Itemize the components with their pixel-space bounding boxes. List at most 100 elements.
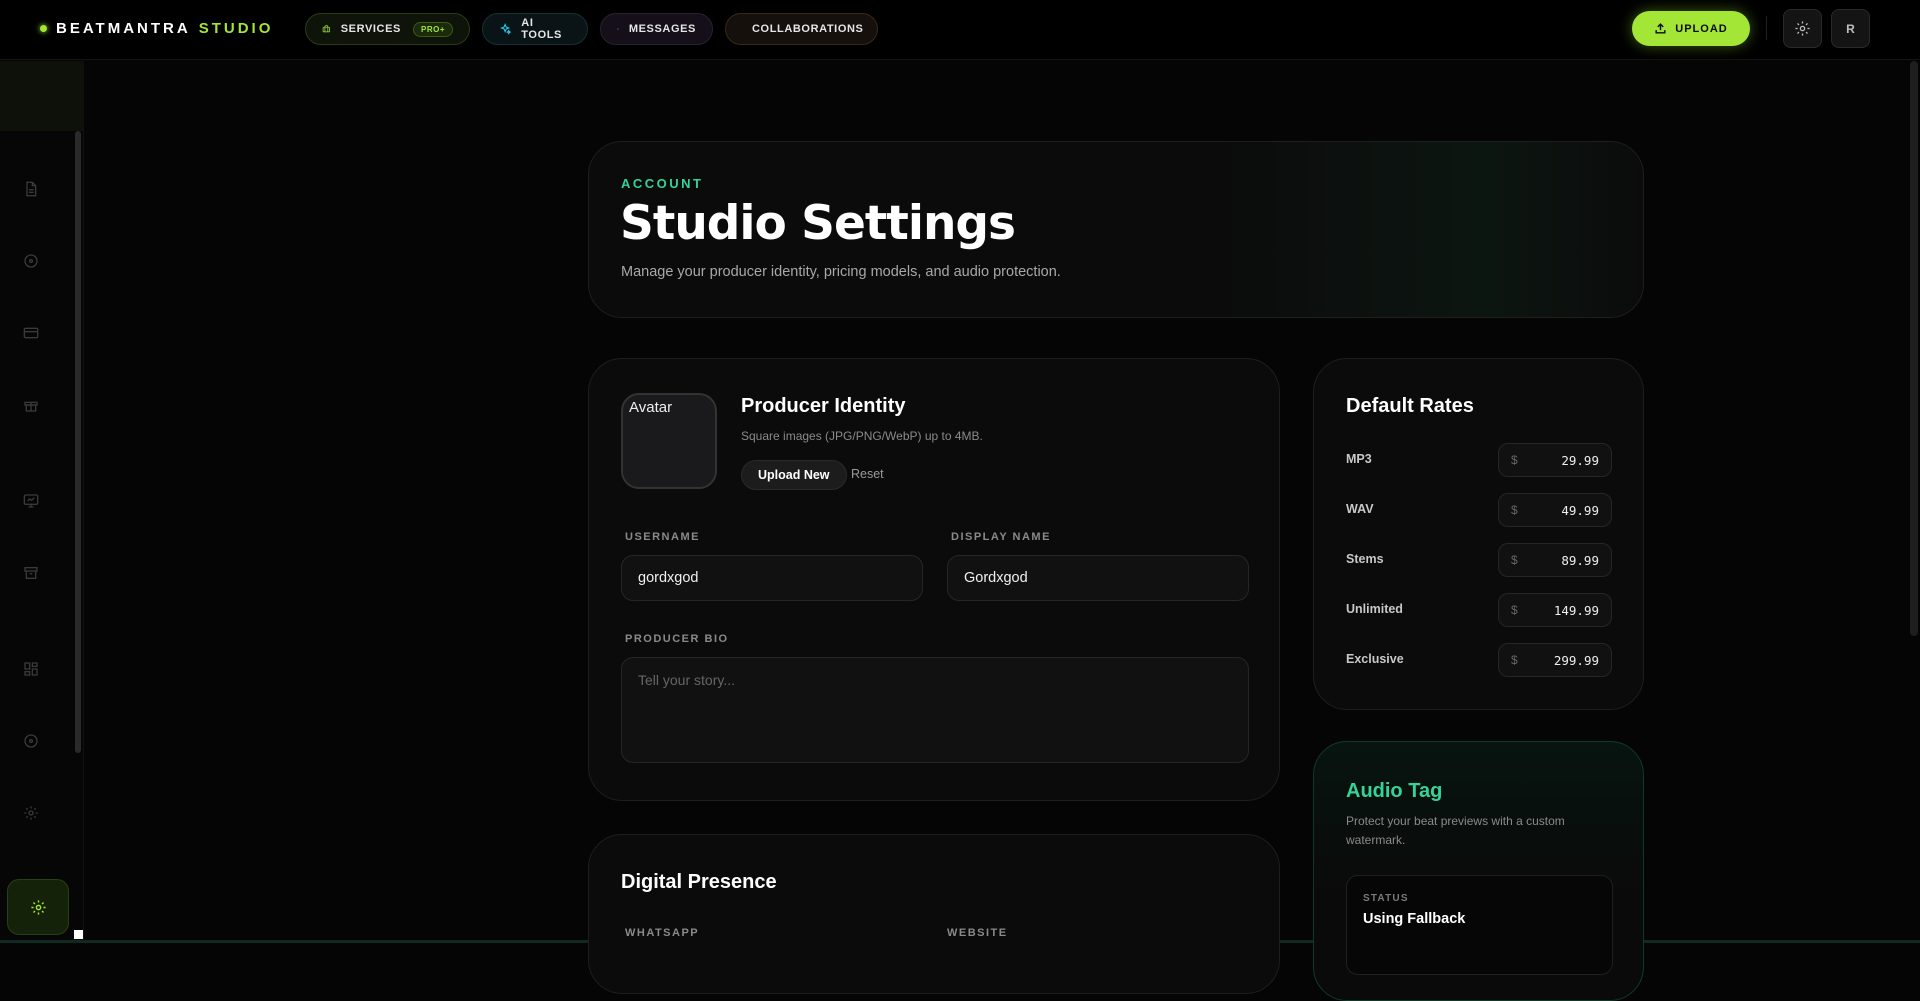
avatar-image[interactable]: Avatar bbox=[621, 393, 717, 489]
brand-dot-icon bbox=[40, 25, 47, 32]
nav-ai-tools-label: AI TOOLS bbox=[521, 17, 562, 41]
whatsapp-label: WHATSAPP bbox=[625, 927, 700, 939]
rate-row-wav: WAV $ 49.99 bbox=[1346, 493, 1612, 527]
rate-input[interactable]: $ 49.99 bbox=[1498, 493, 1612, 527]
rate-input[interactable]: $ 89.99 bbox=[1498, 543, 1612, 577]
brand-logo[interactable]: BEATMANTRA STUDIO bbox=[40, 20, 273, 37]
audio-tag-title: Audio Tag bbox=[1346, 780, 1443, 802]
rate-input[interactable]: $ 299.99 bbox=[1498, 643, 1612, 677]
sidebar-item-documents[interactable] bbox=[21, 179, 41, 199]
resize-handle bbox=[74, 930, 83, 939]
sidebar-item-library[interactable] bbox=[21, 731, 41, 751]
digital-presence-card: Digital Presence WHATSAPP WEBSITE bbox=[588, 834, 1280, 994]
audio-tag-card: Audio Tag Protect your beat previews wit… bbox=[1313, 741, 1644, 1001]
grid-icon bbox=[24, 662, 38, 676]
rate-name: Unlimited bbox=[1346, 602, 1403, 616]
page-subtitle: Manage your producer identity, pricing m… bbox=[621, 264, 1061, 280]
topbar-divider bbox=[1766, 16, 1767, 40]
sidebar-item-gifts[interactable] bbox=[21, 395, 41, 415]
website-label: WEBSITE bbox=[947, 927, 1008, 939]
page-scrollbar[interactable] bbox=[1910, 61, 1918, 636]
archive-icon bbox=[24, 567, 38, 579]
rate-row-exclusive: Exclusive $ 299.99 bbox=[1346, 643, 1612, 677]
display-name-input[interactable]: Gordxgod bbox=[947, 555, 1249, 601]
nav-collaborations-label: COLLABORATIONS bbox=[752, 23, 864, 35]
rate-row-stems: Stems $ 89.99 bbox=[1346, 543, 1612, 577]
nav-services-button[interactable]: SERVICES PRO+ bbox=[305, 13, 470, 45]
nav-collaborations-button[interactable]: COLLABORATIONS bbox=[725, 13, 878, 45]
rate-value: 299.99 bbox=[1553, 653, 1599, 668]
rates-title: Default Rates bbox=[1346, 395, 1474, 417]
sidebar-header bbox=[0, 61, 84, 131]
currency-symbol: $ bbox=[1511, 453, 1518, 467]
monitor-chart-icon bbox=[23, 494, 39, 508]
upload-new-button[interactable]: Upload New bbox=[741, 460, 847, 490]
inbox-icon bbox=[617, 28, 619, 30]
rate-value: 149.99 bbox=[1553, 603, 1599, 618]
file-icon bbox=[26, 181, 37, 197]
audio-tag-subtitle: Protect your beat previews with a custom… bbox=[1346, 814, 1565, 847]
status-label: STATUS bbox=[1363, 893, 1409, 904]
page-title: Studio Settings bbox=[620, 196, 1016, 251]
rate-name: Exclusive bbox=[1346, 652, 1404, 666]
brand-suffix: STUDIO bbox=[198, 20, 274, 37]
currency-symbol: $ bbox=[1511, 653, 1518, 667]
disc-icon bbox=[24, 254, 38, 268]
section-eyebrow: ACCOUNT bbox=[621, 176, 704, 191]
gear-icon bbox=[30, 899, 46, 915]
sidebar-item-preferences[interactable] bbox=[21, 803, 41, 823]
top-bar: BEATMANTRA STUDIO SERVICES PRO+ AI TOOLS… bbox=[0, 0, 1920, 60]
identity-hint: Square images (JPG/PNG/WebP) up to 4MB. bbox=[741, 429, 983, 443]
upload-icon bbox=[1655, 23, 1666, 34]
gear-icon bbox=[24, 806, 38, 820]
default-rates-card: Default Rates MP3 $ 29.99 WAV $ 49.99 St… bbox=[1313, 358, 1644, 710]
page-header-card: ACCOUNT Studio Settings Manage your prod… bbox=[588, 141, 1644, 318]
user-avatar-button[interactable]: R bbox=[1831, 9, 1870, 48]
username-label: USERNAME bbox=[625, 531, 700, 543]
rate-input[interactable]: $ 29.99 bbox=[1498, 443, 1612, 477]
upload-label: UPLOAD bbox=[1675, 22, 1728, 35]
rate-name: Stems bbox=[1346, 552, 1384, 566]
audio-tag-status-box: STATUS Using Fallback bbox=[1346, 875, 1613, 975]
nav-messages-label: MESSAGES bbox=[628, 23, 696, 35]
rate-name: MP3 bbox=[1346, 452, 1372, 466]
presence-title: Digital Presence bbox=[621, 871, 777, 893]
sidebar-item-billing[interactable] bbox=[21, 323, 41, 343]
currency-symbol: $ bbox=[1511, 503, 1518, 517]
currency-symbol: $ bbox=[1511, 553, 1518, 567]
bio-label: PRODUCER BIO bbox=[625, 633, 729, 645]
rate-value: 29.99 bbox=[1561, 453, 1599, 468]
nav-ai-tools-button[interactable]: AI TOOLS bbox=[482, 13, 588, 45]
sidebar-item-analytics[interactable] bbox=[21, 491, 41, 511]
currency-symbol: $ bbox=[1511, 603, 1518, 617]
rate-name: WAV bbox=[1346, 502, 1374, 516]
rate-input[interactable]: $ 149.99 bbox=[1498, 593, 1612, 627]
upload-button[interactable]: UPLOAD bbox=[1632, 11, 1750, 46]
bio-textarea[interactable]: Tell your story... bbox=[621, 657, 1249, 763]
disc-icon bbox=[24, 734, 38, 748]
sidebar-item-dashboard[interactable] bbox=[21, 659, 41, 679]
username-input[interactable]: gordxgod bbox=[621, 555, 923, 601]
rate-value: 49.99 bbox=[1561, 503, 1599, 518]
reset-button[interactable]: Reset bbox=[851, 467, 884, 481]
sparkles-icon bbox=[500, 23, 512, 35]
rate-row-unlimited: Unlimited $ 149.99 bbox=[1346, 593, 1612, 627]
sidebar-scrollbar[interactable] bbox=[75, 131, 81, 753]
gift-icon bbox=[24, 401, 38, 412]
rate-value: 89.99 bbox=[1561, 553, 1599, 568]
nav-services-label: SERVICES bbox=[340, 23, 401, 35]
nav-messages-button[interactable]: MESSAGES bbox=[600, 13, 713, 45]
display-name-label: DISPLAY NAME bbox=[951, 531, 1051, 543]
status-value: Using Fallback bbox=[1363, 911, 1466, 927]
rate-row-mp3: MP3 $ 29.99 bbox=[1346, 443, 1612, 477]
identity-title: Producer Identity bbox=[741, 395, 906, 417]
sidebar-item-settings-active[interactable] bbox=[7, 879, 69, 935]
briefcase-icon bbox=[322, 25, 331, 33]
sidebar-item-archive[interactable] bbox=[21, 563, 41, 583]
credit-card-icon bbox=[23, 327, 39, 339]
settings-button[interactable] bbox=[1783, 9, 1822, 48]
sidebar-item-beats[interactable] bbox=[21, 251, 41, 271]
sidebar bbox=[0, 61, 84, 943]
producer-identity-card: Avatar Producer Identity Square images (… bbox=[588, 358, 1280, 801]
brand-name: BEATMANTRA bbox=[56, 20, 191, 37]
